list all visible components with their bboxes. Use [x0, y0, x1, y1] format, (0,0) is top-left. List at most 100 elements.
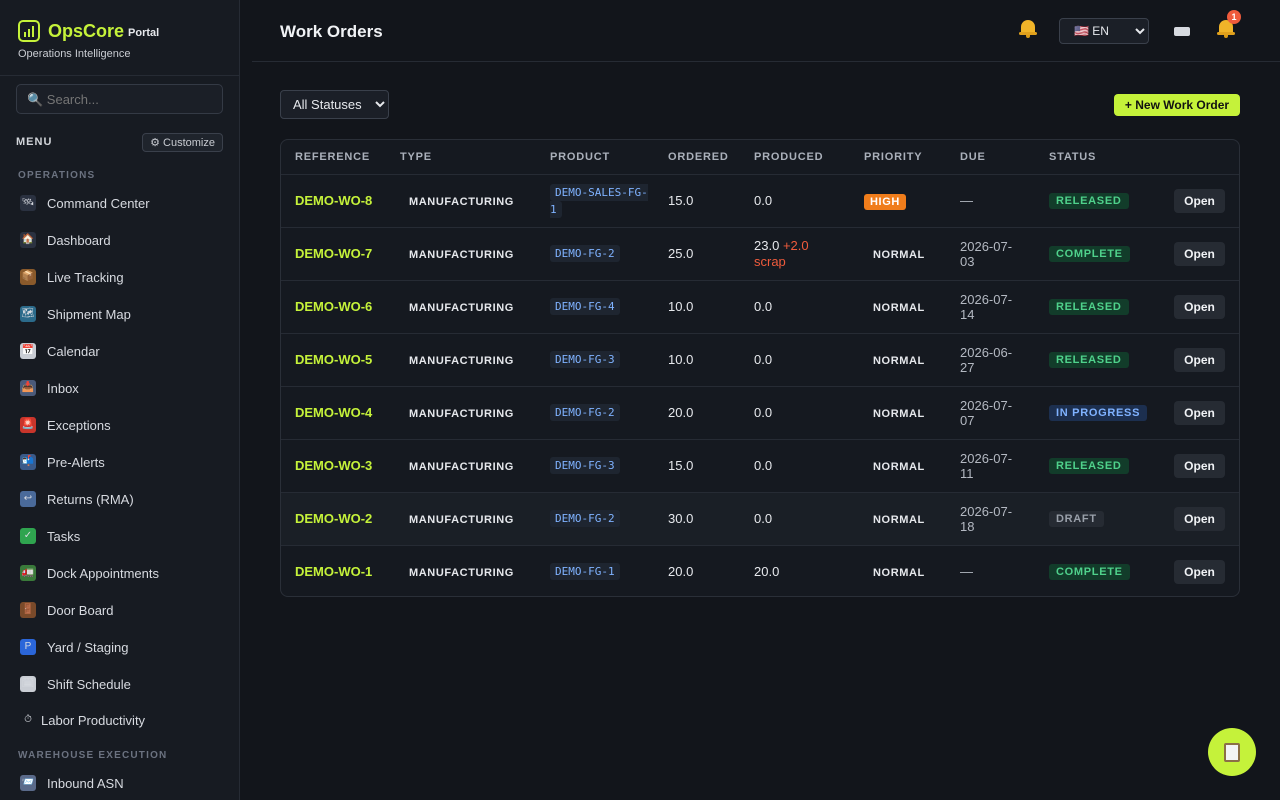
open-button[interactable]: Open [1174, 294, 1225, 319]
sidebar-item-pre-alerts[interactable]: 📬 Pre-Alerts [20, 450, 105, 474]
table-row[interactable]: DEMO-WO-3 MANUFACTURING DEMO-FG-3 15.0 0.0 NO… [281, 438, 1239, 492]
reference-link[interactable]: DEMO-WO-4 [295, 405, 380, 421]
open-button[interactable]: Open [1174, 506, 1225, 531]
notification-badge: 1 [1227, 10, 1241, 24]
live-tracking-icon: 📦 [20, 269, 36, 285]
reference-link[interactable]: DEMO-WO-7 [295, 246, 380, 262]
table-row[interactable]: DEMO-WO-7 MANUFACTURING DEMO-FG-2 25.0 23.0 … [281, 226, 1239, 280]
table-row[interactable]: DEMO-WO-5 MANUFACTURING DEMO-FG-3 10.0 0.0 NO… [281, 332, 1239, 386]
open-button[interactable]: Open [1174, 347, 1225, 372]
produced-qty: 0.0 [754, 351, 773, 367]
keyboard-icon[interactable] [1174, 27, 1190, 36]
floating-action-button[interactable] [1208, 728, 1256, 776]
column-header-status[interactable]: STATUS [1035, 140, 1160, 174]
sidebar-item-inbound-asn[interactable]: 📨 Inbound ASN [20, 771, 124, 795]
sidebar-item-dock-appointments[interactable]: 🚛 Dock Appointments [20, 561, 159, 585]
status-badge: IN PROGRESS [1049, 405, 1148, 421]
bell-icon[interactable] [1018, 18, 1038, 40]
sidebar-item-yard-staging[interactable]: P Yard / Staging [20, 635, 128, 659]
sidebar-item-inbox[interactable]: 📥 Inbox [20, 376, 79, 400]
open-button[interactable]: Open [1174, 559, 1225, 584]
column-header-type[interactable]: TYPE [386, 140, 536, 174]
priority-badge: HIGH [864, 194, 906, 210]
priority-label: NORMAL [873, 514, 925, 526]
status-badge: COMPLETE [1049, 246, 1130, 262]
sidebar-item-label: Command Center [47, 195, 150, 211]
priority-label: NORMAL [873, 408, 925, 420]
status-badge: RELEASED [1049, 299, 1129, 315]
type-label: MANUFACTURING [409, 567, 514, 580]
status-badge: RELEASED [1049, 193, 1129, 209]
sidebar-item-labor-productivity[interactable]: ⏱ Labor Productivity [20, 708, 145, 732]
sidebar-item-returns[interactable]: ↩ Returns (RMA) [20, 487, 134, 511]
sidebar-item-shift-schedule[interactable]: 🗓 Shift Schedule [20, 672, 131, 696]
product-code: DEMO-SALES-FG-1 [550, 183, 648, 218]
sidebar-item-label: Inbound ASN [47, 775, 124, 791]
priority-label: NORMAL [873, 567, 925, 580]
sidebar-item-tasks[interactable]: ✓ Tasks [20, 524, 80, 548]
dashboard-icon: 🏠 [20, 232, 36, 248]
produced-qty: 20.0 [754, 563, 780, 579]
product-code: DEMO-FG-1 [550, 563, 620, 581]
labor-productivity-icon: ⏱ [24, 714, 32, 725]
due-date: 2026-07-18 [960, 503, 1013, 534]
returns-icon: ↩ [20, 491, 36, 507]
sidebar-item-calendar[interactable]: 📅 Calendar [20, 339, 100, 363]
topbar: Work Orders 🇺🇸 EN 1 [252, 0, 1280, 62]
sidebar-item-door-board[interactable]: 🚪 Door Board [20, 598, 113, 622]
column-header-due[interactable]: DUE [946, 140, 1035, 174]
open-button[interactable]: Open [1174, 400, 1225, 425]
priority-label: NORMAL [873, 302, 925, 314]
ordered-qty: 20.0 [668, 564, 694, 580]
inbound-asn-icon: 📨 [20, 775, 36, 791]
work-orders-table: REFERENCE TYPE PRODUCT ORDERED PRODUCED … [280, 139, 1240, 597]
reference-link[interactable]: DEMO-WO-8 [295, 193, 380, 209]
reference-link[interactable]: DEMO-WO-1 [295, 564, 380, 580]
sidebar-item-live-tracking[interactable]: 📦 Live Tracking [20, 265, 124, 289]
column-header-produced[interactable]: PRODUCED [740, 140, 850, 174]
ordered-qty: 15.0 [668, 193, 694, 208]
produced-qty: 23.0 [754, 237, 780, 253]
column-header-product[interactable]: PRODUCT [536, 140, 654, 174]
sidebar-item-exceptions[interactable]: 🚨 Exceptions [20, 413, 111, 437]
sidebar-item-label: Shift Schedule [47, 676, 131, 692]
column-header-actions [1160, 140, 1239, 174]
open-button[interactable]: Open [1174, 453, 1225, 478]
column-header-reference[interactable]: REFERENCE [281, 140, 386, 174]
reference-link[interactable]: DEMO-WO-5 [295, 352, 380, 368]
status-filter-select[interactable]: All Statuses [280, 90, 389, 119]
product-code: DEMO-FG-2 [550, 510, 620, 527]
tasks-icon: ✓ [20, 528, 36, 544]
table-row[interactable]: DEMO-WO-8 MANUFACTURING DEMO-SALES-FG-1 15.… [281, 173, 1239, 227]
open-button[interactable]: Open [1174, 188, 1225, 213]
sidebar-item-label: Dashboard [47, 232, 111, 248]
status-badge: RELEASED [1049, 352, 1129, 368]
door-board-icon: 🚪 [20, 602, 36, 618]
shift-schedule-icon: 🗓 [20, 676, 36, 692]
column-header-priority[interactable]: PRIORITY [850, 140, 946, 174]
sidebar-search[interactable] [16, 84, 223, 114]
new-work-order-button[interactable]: + New Work Order [1114, 94, 1240, 116]
reference-link[interactable]: DEMO-WO-6 [295, 299, 380, 315]
sidebar-item-shipment-map[interactable]: 🗺 Shipment Map [20, 302, 131, 326]
customize-button[interactable]: ⚙ Customize [142, 132, 223, 152]
language-select[interactable]: 🇺🇸 EN [1059, 18, 1149, 44]
section-warehouse-execution: WAREHOUSE EXECUTION [18, 750, 168, 761]
sidebar-item-dashboard[interactable]: 🏠 Dashboard [20, 228, 111, 252]
table-row[interactable]: DEMO-WO-1 MANUFACTURING DEMO-FG-1 20.0 20.0 N… [281, 544, 1239, 596]
sidebar-item-label: Exceptions [47, 417, 111, 433]
reference-link[interactable]: DEMO-WO-3 [295, 458, 380, 474]
table-row[interactable]: DEMO-WO-4 MANUFACTURING DEMO-FG-2 20.0 0.0 NO… [281, 385, 1239, 439]
table-row[interactable]: DEMO-WO-2 MANUFACTURING DEMO-FG-2 30.0 0.0 NO… [281, 491, 1239, 545]
search-input[interactable] [27, 91, 212, 107]
sidebar-item-label: Door Board [47, 602, 114, 618]
priority-label: NORMAL [873, 461, 925, 473]
sidebar-item-label: Tasks [47, 528, 81, 544]
table-row[interactable]: DEMO-WO-6 MANUFACTURING DEMO-FG-4 10.0 0.0 NO… [281, 279, 1239, 333]
sidebar-item-command-center[interactable]: 🛰 Command Center [20, 191, 150, 215]
open-button[interactable]: Open [1174, 241, 1225, 266]
due-date: 2026-07-14 [960, 291, 1013, 322]
table-header-row: REFERENCE TYPE PRODUCT ORDERED PRODUCED … [281, 140, 1239, 174]
column-header-ordered[interactable]: ORDERED [654, 140, 740, 174]
reference-link[interactable]: DEMO-WO-2 [295, 511, 380, 527]
